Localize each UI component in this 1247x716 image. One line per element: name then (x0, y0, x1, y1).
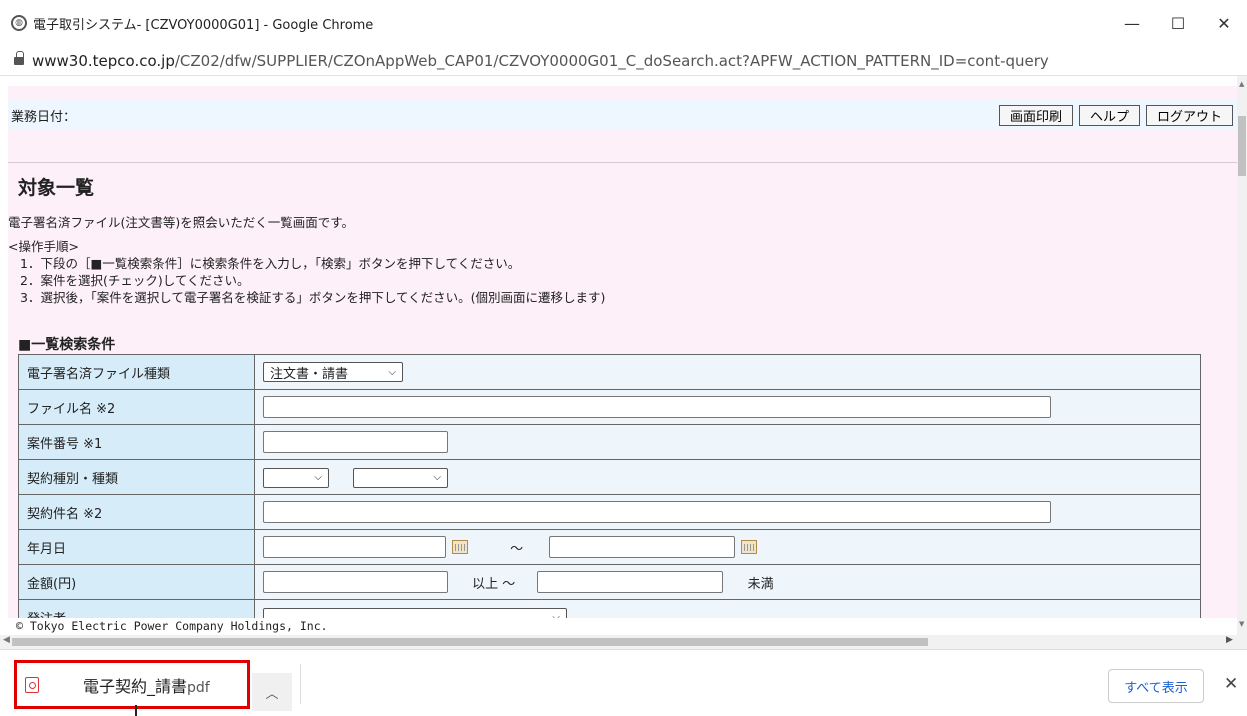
text-cursor (135, 705, 137, 716)
pdf-icon (25, 676, 39, 693)
chevron-down-icon: ⌵ (433, 472, 442, 483)
url-host: www30.tepco.co.jp (32, 51, 175, 70)
scroll-up-icon[interactable]: ▲ (1239, 80, 1244, 88)
divider (8, 162, 1237, 163)
range-separator: ～ (510, 541, 524, 557)
file-type-label: 電子署名済ファイル種類 (18, 354, 255, 390)
instructions-heading: <操作手順> (8, 239, 79, 254)
calendar-icon[interactable] (452, 540, 468, 554)
show-all-button[interactable]: すべて表示 (1108, 669, 1204, 703)
form-row: 電子署名済ファイル種類 注文書・請書 ⌵ (18, 354, 1201, 390)
page-title: 対象一覧 (18, 177, 95, 199)
file-type-selected: 注文書・請書 (270, 366, 349, 382)
address-bar[interactable]: www30.tepco.co.jp/CZ02/dfw/SUPPLIER/CZOn… (0, 46, 1247, 76)
logout-button[interactable]: ログアウト (1145, 104, 1233, 126)
instruction-step: 3．選択後，「案件を選択して電子署名を検証する」ボタンを押下してください。(個別… (20, 290, 606, 305)
form-row: 契約件名 ※2 (18, 494, 1201, 530)
vertical-scrollbar[interactable]: ▲ ▼ (1237, 76, 1247, 636)
maximize-button[interactable]: ☐ (1155, 14, 1201, 33)
calendar-icon[interactable] (741, 540, 758, 554)
instructions: <操作手順> 1．下段の［■一覧検索条件］に検索条件を入力し，「検索」ボタンを押… (8, 238, 605, 306)
contract-name-label: 契約件名 ※2 (18, 494, 255, 530)
date-label: 年月日 (18, 529, 255, 565)
download-item[interactable]: 電子契約_請書pdf (14, 660, 250, 709)
date-from-input[interactable] (263, 536, 446, 558)
window-title: 電子取引システム- [CZVOY0000G01] - Google Chrome (33, 17, 374, 33)
case-number-input[interactable] (263, 431, 448, 453)
business-date-label: 業務日付： (11, 109, 77, 125)
scroll-left-icon[interactable]: ◀ (3, 635, 10, 645)
file-type-select[interactable]: 注文書・請書 ⌵ (263, 362, 403, 382)
help-button[interactable]: ヘルプ (1078, 104, 1140, 126)
form-row: 金額(円) 以上 ～ 未満 (18, 564, 1201, 600)
download-file-name: 電子契約_請書 (83, 676, 188, 696)
page-description: 電子署名済ファイル(注文書等)を照会いただく一覧画面です。 (8, 215, 355, 230)
contract-type-label: 契約種別・種類 (18, 459, 255, 495)
search-form-table: 電子署名済ファイル種類 注文書・請書 ⌵ ファイル名 ※2 案件番号 ※1 契約… (18, 354, 1201, 618)
orderer-select[interactable]: ⌵ (263, 607, 567, 618)
orderer-label: 発注者 (18, 599, 255, 618)
instruction-step: 1．下段の［■一覧検索条件］に検索条件を入力し，「検索」ボタンを押下してください… (20, 256, 521, 271)
horizontal-scrollbar[interactable]: ◀ ▶ (0, 635, 1247, 649)
divider (300, 664, 301, 704)
contract-category-select[interactable]: ⌵ (263, 467, 329, 488)
downloads-bar: 電子契約_請書pdf ︿ すべて表示 ✕ (0, 649, 1247, 716)
window-title-bar: ◍ 電子取引システム- [CZVOY0000G01] - Google Chro… (0, 0, 1247, 46)
form-row: 案件番号 ※1 (18, 424, 1201, 460)
instruction-step: 2．案件を選択(チェック)してください。 (20, 273, 250, 288)
scroll-thumb[interactable] (1238, 116, 1246, 176)
amount-max-suffix: 未満 (747, 576, 774, 592)
form-row: 契約種別・種類 ⌵ ⌵ (18, 459, 1201, 495)
form-row: 発注者 ⌵ (18, 599, 1201, 618)
chevron-down-icon: ⌵ (388, 366, 396, 378)
chevron-up-icon: ︿ (265, 686, 279, 702)
minimize-button[interactable]: — (1109, 14, 1155, 33)
amount-label: 金額(円) (18, 564, 255, 600)
page-content: 業務日付： 画面印刷 ヘルプ ログアウト 対象一覧 電子署名済ファイル(注文書等… (8, 86, 1237, 618)
scroll-down-icon[interactable]: ▼ (1239, 620, 1244, 628)
amount-max-input[interactable] (537, 571, 724, 593)
download-file-ext: pdf (187, 679, 210, 696)
contract-kind-select[interactable]: ⌵ (353, 467, 449, 488)
date-to-input[interactable] (549, 536, 736, 558)
close-downloads-button[interactable]: ✕ (1224, 674, 1238, 694)
scroll-right-icon[interactable]: ▶ (1226, 635, 1233, 645)
amount-min-suffix: 以上 ～ (472, 576, 516, 592)
case-number-label: 案件番号 ※1 (18, 424, 255, 460)
lock-icon (14, 50, 24, 67)
globe-icon: ◍ (11, 15, 27, 31)
download-options-button[interactable]: ︿ (252, 673, 292, 711)
close-window-button[interactable]: ✕ (1201, 14, 1247, 33)
url-path: /CZ02/dfw/SUPPLIER/CZOnAppWeb_CAP01/CZVO… (174, 51, 1049, 70)
amount-min-input[interactable] (263, 571, 448, 593)
chevron-down-icon: ⌵ (314, 472, 322, 483)
print-screen-button[interactable]: 画面印刷 (998, 104, 1073, 126)
contract-name-input[interactable] (263, 501, 1051, 523)
search-section-title: ■一覧検索条件 (18, 337, 116, 353)
header-bar: 業務日付： 画面印刷 ヘルプ ログアウト (8, 100, 1237, 130)
file-name-input[interactable] (263, 396, 1051, 418)
file-name-label: ファイル名 ※2 (18, 389, 255, 425)
scroll-thumb[interactable] (12, 638, 928, 646)
form-row: 年月日 ～ (18, 529, 1201, 565)
form-row: ファイル名 ※2 (18, 389, 1201, 425)
copyright-footer: © Tokyo Electric Power Company Holdings,… (8, 618, 1237, 635)
